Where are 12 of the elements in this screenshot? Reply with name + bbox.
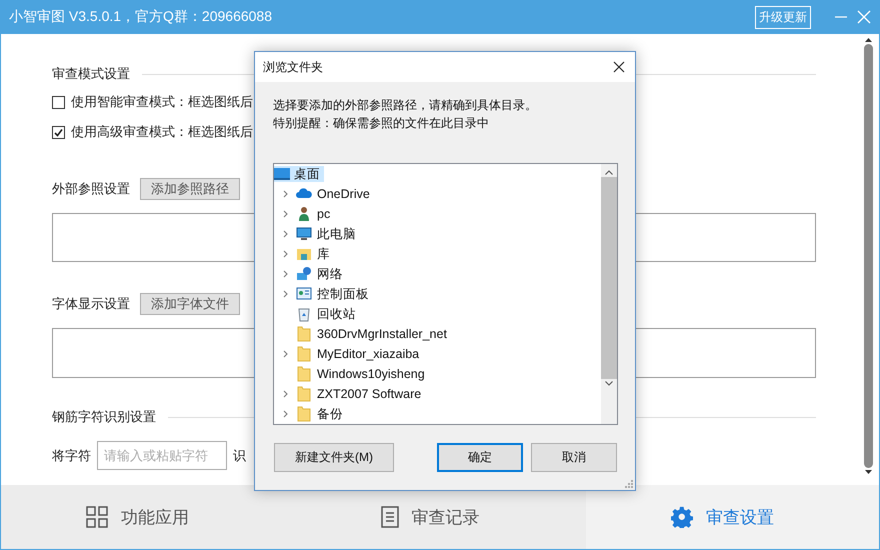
window-title: 小智审图 V3.5.0.1，官方Q群：209666088 bbox=[9, 8, 274, 26]
instruction-text: 选择要添加的外部参照路径，请精确到具体目录。 bbox=[273, 97, 538, 114]
section-heading: 钢筋字符识别设置 bbox=[52, 408, 156, 426]
section-heading: 审查模式设置 bbox=[52, 65, 130, 83]
section-heading: 字体显示设置 bbox=[52, 295, 130, 313]
dialog-title: 浏览文件夹 bbox=[263, 58, 324, 76]
checkbox-label: 使用高级审查模式：框选图纸后 bbox=[71, 123, 253, 141]
section-heading: 外部参照设置 bbox=[52, 180, 130, 198]
field-label: 识 bbox=[233, 446, 246, 464]
field-label: 将字符 bbox=[52, 446, 91, 464]
checkbox-label: 使用智能审查模式：框选图纸后 bbox=[71, 93, 253, 111]
instruction-text: 特别提醒：确保需参照的文件在此目录中 bbox=[273, 115, 490, 132]
